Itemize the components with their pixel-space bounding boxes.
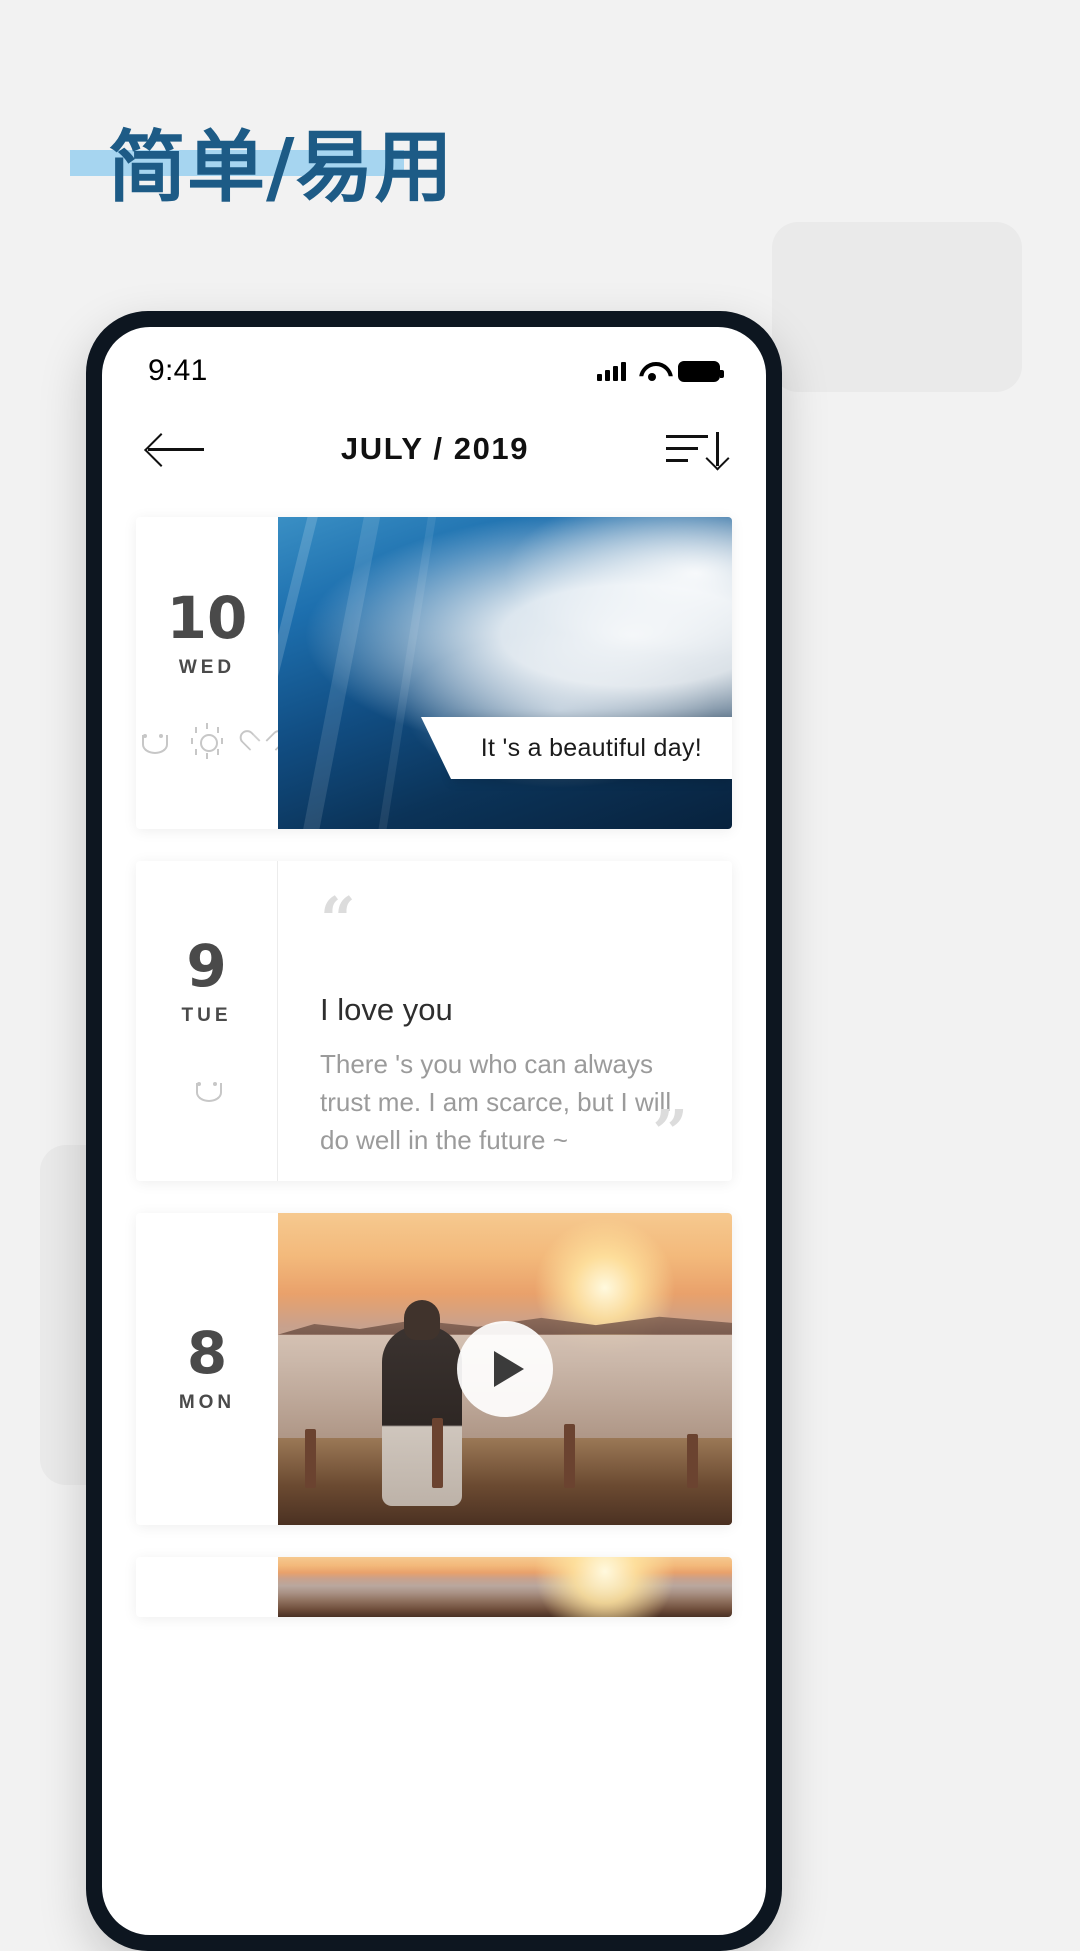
quote-open-icon: “: [320, 883, 356, 956]
diary-entry-card[interactable]: [136, 1557, 732, 1617]
wifi-icon: [639, 361, 665, 381]
diary-entry-card[interactable]: 9 TUE “ I love you There 's you who can …: [136, 861, 732, 1181]
fence: [278, 1406, 732, 1488]
page-title: 简单/易用: [108, 123, 454, 213]
diary-entry-card[interactable]: 10 WED It 's a beautiful day!: [136, 517, 732, 829]
sun-icon[interactable]: [191, 723, 223, 757]
smiley-icon[interactable]: [137, 725, 169, 757]
entry-day: 9: [186, 932, 227, 1000]
status-time: 9:41: [148, 354, 208, 387]
smiley-icon[interactable]: [191, 1073, 223, 1105]
entry-day: 8: [186, 1319, 228, 1387]
play-icon[interactable]: [457, 1321, 553, 1417]
entry-date-column: 10 WED: [136, 517, 278, 829]
decorative-block-top-right: [772, 222, 1022, 392]
diary-entry-card[interactable]: 8 MON: [136, 1213, 732, 1525]
phone-screen: 9:41 JULY / 2019 10 WED It 's a beautifu…: [102, 327, 766, 1935]
diary-feed: 10 WED It 's a beautiful day! 9 TUE “ I …: [102, 497, 766, 1617]
entry-day: 10: [166, 584, 248, 652]
status-bar: 9:41: [102, 327, 766, 401]
entry-weekday: MON: [178, 1392, 236, 1413]
entry-date-column: 9 TUE: [136, 861, 278, 1181]
entry-photo[interactable]: It 's a beautiful day!: [216, 517, 732, 829]
battery-icon: [678, 360, 724, 382]
phone-mockup: 9:41 JULY / 2019 10 WED It 's a beautifu…: [86, 311, 782, 1951]
entry-caption-bubble: It 's a beautiful day!: [420, 717, 732, 779]
headline-section: 简单/易用: [0, 60, 1080, 209]
back-arrow-icon[interactable]: [148, 432, 204, 466]
nav-bar: JULY / 2019: [102, 401, 766, 497]
status-icons: [597, 360, 724, 382]
entry-date-column: 8 MON: [136, 1213, 278, 1525]
nav-title: JULY / 2019: [340, 431, 530, 466]
entry-mood-row: [191, 1073, 223, 1105]
sort-descending-icon[interactable]: [666, 429, 720, 469]
quote-title: I love you: [320, 992, 453, 1028]
entry-weekday: TUE: [181, 1005, 232, 1026]
sky-photo-image: [216, 517, 732, 829]
entry-photo: [278, 1557, 732, 1617]
next-photo-image: [278, 1557, 732, 1617]
entry-date-column: [136, 1557, 278, 1617]
entry-video[interactable]: [278, 1213, 732, 1525]
quote-close-icon: ”: [652, 1095, 688, 1169]
signal-icon: [597, 361, 626, 381]
quote-body: There 's you who can always trust me. I …: [320, 1049, 672, 1155]
entry-weekday: WED: [178, 657, 236, 678]
entry-quote[interactable]: “ I love you There 's you who can always…: [278, 861, 732, 1181]
